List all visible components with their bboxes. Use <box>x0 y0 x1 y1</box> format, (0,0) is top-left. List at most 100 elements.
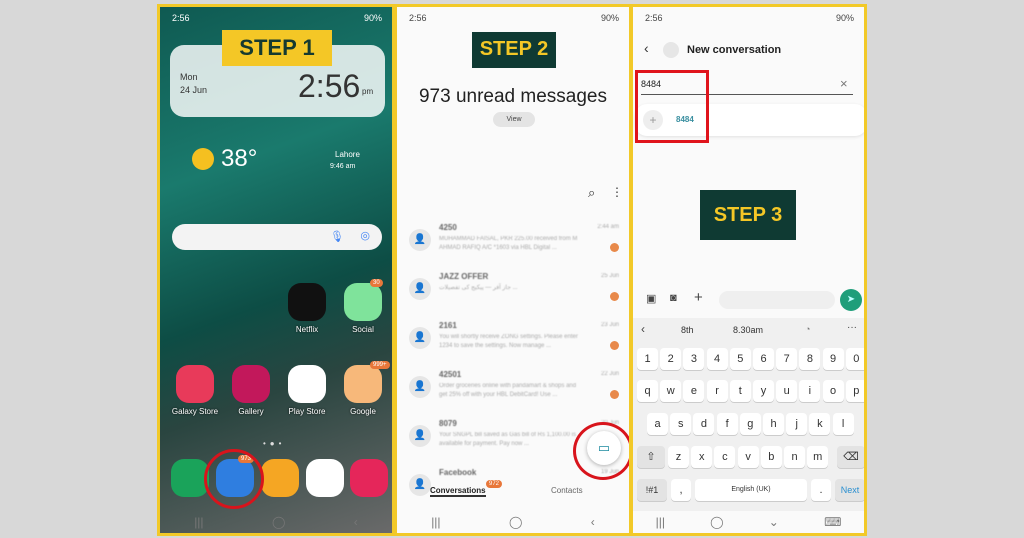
page-title: New conversation <box>687 44 782 56</box>
lens-icon[interactable]: ◎ <box>360 229 370 242</box>
conversation-item[interactable]: 👤 42501 22 Jun Order groceries online with … <box>397 368 629 414</box>
key-5[interactable]: 5 <box>729 348 751 370</box>
key-a[interactable]: a <box>647 413 668 435</box>
key-0[interactable]: 0 <box>845 348 864 370</box>
unread-indicator <box>610 292 619 301</box>
home-button[interactable]: ◯ <box>272 515 285 529</box>
conversation-name: JAZZ OFFER <box>439 272 489 281</box>
app-icon-google[interactable] <box>344 365 382 403</box>
key-r[interactable]: r <box>706 380 728 402</box>
gallery-icon[interactable]: ▣ <box>646 292 656 305</box>
key-h[interactable]: h <box>763 413 784 435</box>
key-t[interactable]: t <box>729 380 751 402</box>
recent-apps-button[interactable]: ||| <box>431 515 440 529</box>
clear-icon[interactable]: × <box>840 76 848 91</box>
keyboard-switch-icon[interactable]: ⌨ <box>824 515 841 529</box>
key-1[interactable]: 1 <box>637 348 658 370</box>
app-icon-netflix[interactable] <box>288 283 326 321</box>
camera-icon[interactable]: ◙ <box>670 292 677 304</box>
tab-contacts[interactable]: Contacts <box>551 486 583 495</box>
view-button[interactable]: View <box>493 112 535 127</box>
recent-apps-button[interactable]: ||| <box>656 515 665 529</box>
conversation-name: 8079 <box>439 419 457 428</box>
comma-key[interactable]: , <box>671 479 691 501</box>
key-f[interactable]: f <box>716 413 738 435</box>
key-b[interactable]: b <box>760 446 782 468</box>
key-p[interactable]: p <box>845 380 864 402</box>
key-d[interactable]: d <box>693 413 715 435</box>
app-icon-play-store[interactable] <box>288 365 326 403</box>
back-button[interactable]: ‹ <box>354 515 358 529</box>
key-7[interactable]: 7 <box>776 348 798 370</box>
conversations-badge: 972 <box>486 480 503 488</box>
app-icon-social[interactable] <box>344 283 382 321</box>
key-j[interactable]: j <box>786 413 808 435</box>
search-icon[interactable]: ⌕ <box>588 185 595 201</box>
app-label: Google <box>350 407 376 416</box>
dock-icon-camera[interactable] <box>350 459 388 497</box>
app-icon-galaxy-store[interactable] <box>176 365 214 403</box>
battery: 90% <box>835 13 854 23</box>
keyboard-collapse-icon[interactable]: ‹ <box>641 322 645 336</box>
period-key[interactable]: . <box>811 479 831 501</box>
step-3-label: STEP 3 <box>700 190 796 240</box>
widget-clock: 2:56 <box>298 68 361 104</box>
key-z[interactable]: z <box>668 446 689 468</box>
home-button[interactable]: ◯ <box>710 515 723 529</box>
hide-keyboard-button[interactable]: ⌄ <box>769 515 779 529</box>
conversation-item[interactable]: 👤 2161 23 Jun You will shortly receive ZONG… <box>397 319 629 365</box>
next-key[interactable]: Next <box>835 479 864 501</box>
shift-key[interactable]: ⇧ <box>637 446 665 468</box>
key-i[interactable]: i <box>799 380 821 402</box>
key-3[interactable]: 3 <box>683 348 705 370</box>
tab-conversations[interactable]: Conversations <box>430 486 486 497</box>
key-m[interactable]: m <box>807 446 829 468</box>
kb-more-icon[interactable]: ··· <box>847 322 857 333</box>
dock-icon-my-files[interactable] <box>261 459 299 497</box>
back-arrow-icon[interactable]: ‹ <box>644 40 649 56</box>
key-l[interactable]: l <box>832 413 854 435</box>
home-button[interactable]: ◯ <box>509 515 522 529</box>
nav-bar: ||| ◯ ‹ <box>397 515 629 529</box>
key-y[interactable]: y <box>753 380 774 402</box>
recent-apps-button[interactable]: ||| <box>194 515 203 529</box>
app-icon-gallery[interactable] <box>232 365 270 403</box>
kb-suggestion[interactable]: 8.30am <box>733 325 763 335</box>
conversation-item[interactable]: 👤 JAZZ OFFER 25 Jun جاز آفر — پیکیج کی تفصی… <box>397 270 629 316</box>
key-q[interactable]: q <box>637 380 658 402</box>
key-o[interactable]: o <box>822 380 844 402</box>
key-c[interactable]: c <box>714 446 736 468</box>
key-8[interactable]: 8 <box>799 348 821 370</box>
space-key[interactable]: English (UK) <box>695 479 807 501</box>
key-u[interactable]: u <box>776 380 798 402</box>
app-label: Play Store <box>288 407 326 416</box>
key-v[interactable]: v <box>737 446 759 468</box>
dock-icon-chrome[interactable] <box>306 459 344 497</box>
key-w[interactable]: w <box>660 380 682 402</box>
mic-icon[interactable]: 🎙 <box>330 230 344 243</box>
conversation-item[interactable]: 👤 4250 2:44 am MUHAMMAD FAISAL, PKR 225.00 … <box>397 221 629 267</box>
key-6[interactable]: 6 <box>753 348 774 370</box>
key-x[interactable]: x <box>691 446 713 468</box>
more-options-icon[interactable]: ⋮ <box>611 185 623 199</box>
key-e[interactable]: e <box>683 380 705 402</box>
key-k[interactable]: k <box>809 413 831 435</box>
add-attachment-icon[interactable]: + <box>694 289 703 306</box>
conversation-time: 22 Jun <box>600 371 619 377</box>
key-n[interactable]: n <box>784 446 805 468</box>
send-button[interactable]: ➤ <box>840 289 862 311</box>
conversation-time: 2:44 am <box>597 224 619 230</box>
key-2[interactable]: 2 <box>660 348 682 370</box>
contact-avatar-icon: 👤 <box>409 229 431 251</box>
backspace-key[interactable]: ⌫ <box>837 446 864 468</box>
key-9[interactable]: 9 <box>822 348 844 370</box>
message-input[interactable] <box>719 291 835 309</box>
kb-suggestion[interactable]: 8th <box>681 325 694 335</box>
key-4[interactable]: 4 <box>706 348 728 370</box>
google-search-bar[interactable]: 🎙 ◎ <box>172 224 382 250</box>
symbols-key[interactable]: !#1 <box>637 479 667 501</box>
key-s[interactable]: s <box>670 413 692 435</box>
back-button[interactable]: ‹ <box>591 515 595 529</box>
key-g[interactable]: g <box>739 413 761 435</box>
emoji-icon[interactable]: ◔ <box>805 324 810 334</box>
